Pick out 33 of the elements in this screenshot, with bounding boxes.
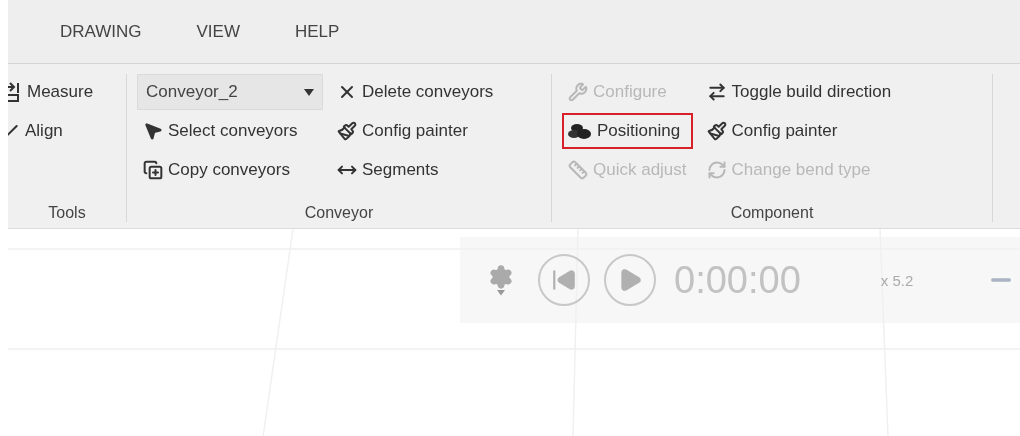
paintbrush-icon	[337, 121, 357, 141]
ruler-icon	[568, 160, 588, 180]
swap-arrows-icon	[706, 82, 727, 102]
gear-icon	[488, 264, 514, 291]
ribbon-button[interactable]: Align	[8, 113, 100, 149]
ribbon-button[interactable]: Delete conveyors	[331, 74, 500, 110]
wrench-icon	[568, 82, 588, 102]
rewind-icon	[551, 267, 577, 293]
menu-item[interactable]: VIEW	[196, 21, 240, 42]
conveyor-dropdown[interactable]: Conveyor_2	[137, 74, 323, 110]
play-button[interactable]	[604, 254, 656, 306]
menu-item[interactable]: HELP	[295, 21, 340, 42]
rotate-icon	[706, 160, 727, 180]
paintbrush-icon	[706, 121, 727, 141]
group-label: Tools	[48, 204, 86, 222]
settings-button[interactable]	[488, 264, 514, 296]
ribbon-button[interactable]: Segments	[331, 152, 500, 188]
caret-icon	[304, 88, 314, 96]
ribbon-button[interactable]: Config painter	[700, 113, 898, 149]
copy-icon	[143, 160, 163, 180]
blob-icon	[568, 122, 592, 140]
ribbon-button[interactable]: Measure	[8, 74, 100, 110]
cursor-icon	[143, 121, 163, 141]
ribbon-button[interactable]: Select conveyors	[137, 113, 323, 149]
ribbon-button[interactable]: Copy conveyors	[137, 152, 323, 188]
rewind-button[interactable]	[538, 254, 590, 306]
group-label: Component	[730, 204, 814, 222]
ribbon-button[interactable]: Positioning	[562, 113, 693, 149]
ribbon-button[interactable]: Config painter	[331, 113, 500, 149]
group-label: Conveyor	[304, 204, 374, 222]
speed-label: x 5.2	[880, 271, 914, 289]
ribbon-button[interactable]: Toggle build direction	[700, 74, 898, 110]
menu-item[interactable]: DRAWING	[60, 21, 142, 42]
